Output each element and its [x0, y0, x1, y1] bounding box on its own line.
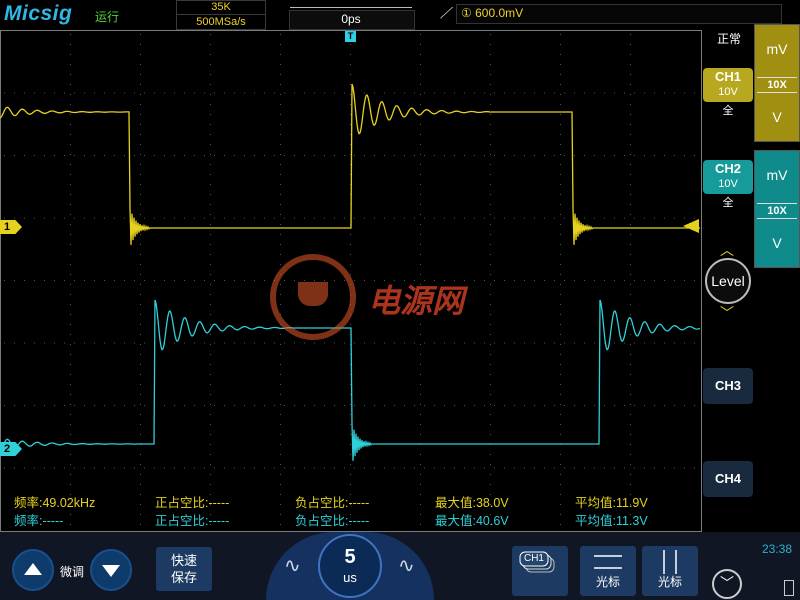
run-status[interactable]: 运行 [95, 8, 119, 25]
ch2-scale-panel[interactable]: mV 10X V [754, 150, 800, 268]
quick-save-label-2: 保存 [170, 570, 197, 585]
meas-ch2-pos-duty: 正占空比:----- [155, 514, 230, 528]
ch3-button[interactable]: CH3 [703, 368, 753, 404]
ch2-bandwidth: 全 [722, 197, 734, 209]
ch2-volts-div: 10V [718, 178, 738, 190]
cursor-horizontal-button[interactable]: 光标 [580, 546, 636, 596]
ch1-scale-v[interactable]: V [755, 109, 799, 125]
quick-save-label-1: 快速 [170, 553, 197, 568]
meas-ch1-max: 最大值:38.0V [435, 496, 509, 510]
cursor-v-label: 光标 [657, 575, 682, 589]
channel-select-label: CH1 [523, 553, 544, 564]
timebase-value: 5 [344, 546, 356, 568]
acquisition-mode[interactable]: 正常 [717, 30, 741, 47]
ch2-label: CH2 [714, 161, 741, 176]
ch1-button[interactable]: CH1 10V [703, 68, 753, 102]
ch2-scale-mv[interactable]: mV [755, 167, 799, 183]
meas-ch1-mean: 平均值:11.9V [575, 496, 648, 510]
meas-ch1-neg-duty: 负占空比:----- [295, 496, 370, 510]
meas-ch2-max: 最大值:40.6V [435, 514, 509, 528]
level-up-chevron-icon[interactable]: ︿ [720, 240, 734, 260]
level-down-chevron-icon[interactable]: ﹀ [720, 303, 734, 323]
meas-ch1-frequency: 频率:49.02kHz [14, 496, 96, 510]
channel-select-button[interactable]: CH1 [512, 546, 568, 596]
cursor-vertical-icon [663, 550, 677, 574]
timebase-unit: us [343, 570, 357, 585]
cursor-h-label: 光标 [595, 575, 620, 589]
wave-left-icon[interactable]: ∿ [284, 553, 301, 578]
ch4-button[interactable]: CH4 [703, 461, 753, 497]
clock: 23:38 [762, 542, 793, 556]
brand-logo: Micsig [4, 2, 73, 25]
timebase-knob[interactable]: 5 us [318, 534, 382, 598]
trigger-level-value: 600.0mV [475, 6, 524, 20]
level-knob[interactable]: Level [705, 258, 751, 304]
ch1-scale-panel[interactable]: mV 10X V [754, 24, 800, 142]
trigger-level-arrow-icon[interactable] [683, 219, 699, 233]
fine-down-button[interactable] [90, 549, 132, 591]
sample-rate[interactable]: 500MSa/s [176, 14, 266, 30]
fine-adjust-label: 微调 [60, 565, 85, 579]
memory-depth[interactable]: 35K [176, 0, 266, 15]
meas-ch2-mean: 平均值:11.3V [575, 514, 648, 528]
ch2-probe-multiplier[interactable]: 10X [757, 203, 797, 219]
trigger-source-icon: ① [461, 6, 472, 20]
ch1-label: CH1 [714, 69, 741, 84]
meas-ch2-frequency: 频率:----- [14, 514, 64, 528]
menu-chevron-icon[interactable]: ﹀ [712, 569, 742, 599]
down-arrow-icon [102, 565, 120, 577]
watermark-plug-icon [298, 282, 328, 306]
ch1-scale-mv[interactable]: mV [755, 41, 799, 57]
ch1-volts-div: 10V [718, 86, 738, 98]
ch2-button[interactable]: CH2 10V [703, 160, 753, 194]
trigger-slope-icon[interactable]: ⟋ [440, 5, 451, 22]
ch2-scale-v[interactable]: V [755, 235, 799, 251]
ch1-probe-multiplier[interactable]: 10X [757, 77, 797, 93]
trigger-level-readout: ① 600.0mV [461, 6, 523, 20]
watermark-text: 电源网 [368, 283, 465, 319]
trigger-time-marker[interactable]: T [345, 31, 356, 42]
trigger-position-track [290, 7, 412, 8]
wave-right-icon[interactable]: ∿ [398, 553, 415, 578]
cursor-vertical-button[interactable]: 光标 [642, 546, 698, 596]
trigger-position-value: 0ps [341, 12, 361, 26]
meas-ch2-neg-duty: 负占空比:----- [295, 514, 370, 528]
quick-save-button[interactable]: 快速 保存 [156, 547, 212, 591]
meas-ch1-pos-duty: 正占空比:----- [155, 496, 230, 510]
ch1-bandwidth: 全 [722, 105, 734, 117]
battery-icon [784, 580, 794, 596]
up-arrow-icon [24, 563, 42, 575]
fine-up-button[interactable] [12, 549, 54, 591]
cursor-horizontal-icon [594, 555, 622, 569]
